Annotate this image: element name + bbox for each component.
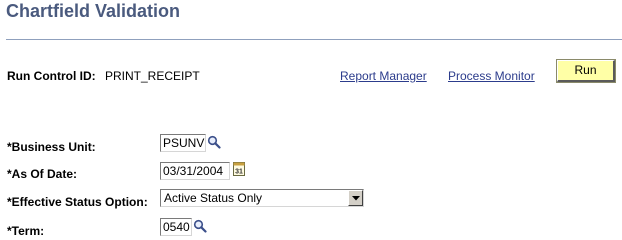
as-of-date-input[interactable]: 03/31/2004 (160, 162, 230, 180)
run-button[interactable]: Run (556, 59, 616, 83)
title-divider (6, 39, 622, 40)
business-unit-input[interactable]: PSUNV (160, 134, 206, 152)
business-unit-label: *Business Unit: (7, 140, 96, 154)
as-of-date-label: *As Of Date: (7, 167, 78, 181)
business-unit-lookup-icon[interactable] (207, 135, 221, 154)
process-monitor-link[interactable]: Process Monitor (448, 69, 535, 83)
run-control-value: PRINT_RECEIPT (105, 69, 200, 83)
calendar-icon[interactable]: 31 (233, 162, 245, 181)
effective-status-label: *Effective Status Option: (7, 195, 148, 209)
term-lookup-icon[interactable] (193, 219, 207, 238)
effective-status-select[interactable]: Active Status Only (160, 189, 364, 207)
effective-status-selected: Active Status Only (164, 191, 263, 205)
run-control-label: Run Control ID: (7, 69, 96, 83)
report-manager-link[interactable]: Report Manager (340, 69, 427, 83)
dropdown-arrow-icon[interactable] (348, 190, 363, 206)
page-title: Chartfield Validation (6, 1, 181, 21)
term-label: *Term: (7, 224, 45, 238)
svg-text:31: 31 (235, 169, 243, 176)
term-input[interactable]: 0540 (160, 218, 192, 236)
